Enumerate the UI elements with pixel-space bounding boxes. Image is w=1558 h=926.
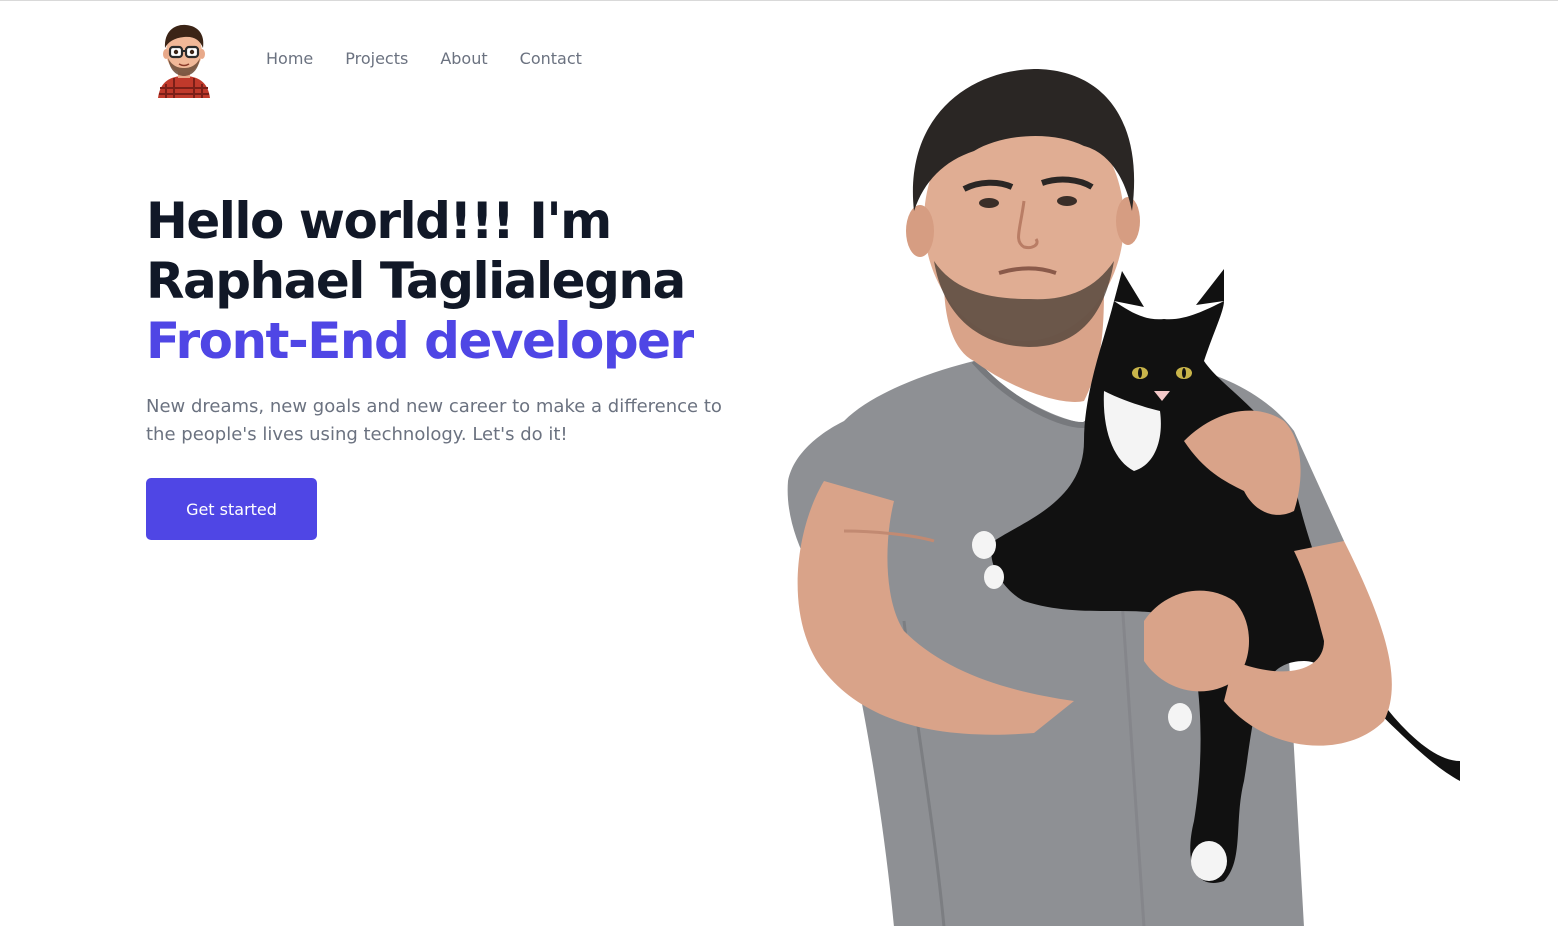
logo-link[interactable]: [146, 18, 222, 98]
hero-photo: [787, 69, 1460, 926]
avatar-logo-icon: [158, 24, 210, 98]
top-nav: Home Projects About Contact: [146, 15, 582, 101]
get-started-button[interactable]: Get started: [146, 478, 317, 540]
hero-title-line-1: Hello world!!! I'm: [146, 192, 612, 250]
hero-title: Hello world!!! I'm Raphael Taglialegna F…: [146, 191, 694, 371]
hero-title-accent: Front-End developer: [146, 312, 694, 370]
nav-link-home[interactable]: Home: [266, 49, 313, 68]
hero-description: New dreams, new goals and new career to …: [146, 396, 722, 445]
nav-link-projects[interactable]: Projects: [345, 49, 408, 68]
hero-title-line-2: Raphael Taglialegna: [146, 252, 686, 310]
nav-link-about[interactable]: About: [440, 49, 487, 68]
nav-links: Home Projects About Contact: [266, 49, 582, 68]
nav-link-contact[interactable]: Contact: [520, 49, 582, 68]
landing-page: Home Projects About Contact Hello world!…: [0, 0, 1558, 926]
